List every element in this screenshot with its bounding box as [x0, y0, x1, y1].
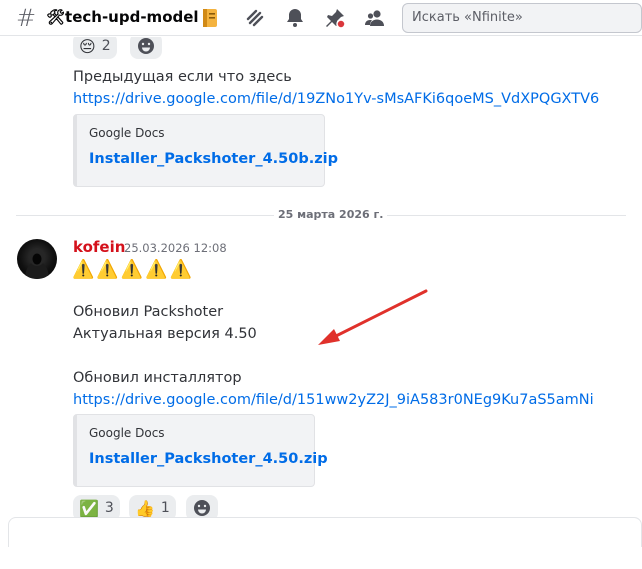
hooded-figure-icon: [25, 248, 49, 279]
smiley-icon: [194, 500, 210, 516]
reaction-pensive[interactable]: 😔 2: [73, 37, 117, 59]
channel-header: # 🛠tech-upd-model Искать «Nfinite»: [0, 0, 642, 36]
add-reaction-button[interactable]: [130, 37, 162, 59]
reaction-count: 3: [104, 500, 114, 516]
thumbs-up-emoji-icon: 👍: [135, 498, 155, 518]
search-input[interactable]: Искать «Nfinite»: [402, 3, 642, 33]
channel-name: 🛠tech-upd-model: [46, 8, 199, 26]
message-list[interactable]: 😔 2 Предыдущая если что здесь https://dr…: [0, 37, 642, 569]
pensive-emoji-icon: 😔: [79, 37, 96, 56]
message-line-2: Актуальная версия 4.50: [73, 326, 257, 342]
check-mark-emoji-icon: ✅: [79, 498, 99, 518]
pinned-messages-icon[interactable]: [323, 6, 347, 30]
message-composer[interactable]: [8, 517, 642, 547]
message-line-3: Обновил инсталлятор: [73, 370, 242, 386]
message-line-1: Обновил Packshoter: [73, 304, 224, 320]
reaction-count: 1: [160, 500, 170, 516]
google-docs-embed-prev: Google Docs Installer_Packshoter_4.50b.z…: [73, 114, 338, 187]
notifications-bell-icon[interactable]: [283, 6, 307, 30]
message-text: Предыдущая если что здесь: [73, 69, 292, 85]
drive-link-prev[interactable]: https://drive.google.com/file/d/19ZNo1Yv…: [73, 91, 599, 107]
warning-emojis: ⚠️⚠️⚠️⚠️⚠️: [72, 259, 194, 280]
mute-channel-icon[interactable]: [243, 6, 267, 30]
avatar[interactable]: [17, 239, 57, 279]
channel-hash-icon: #: [16, 4, 37, 32]
red-arrow-annotation: [318, 289, 428, 345]
embed-title-link[interactable]: Installer_Packshoter_4.50b.zip: [89, 151, 338, 167]
threads-icon[interactable]: [198, 6, 222, 30]
search-placeholder: Искать «Nfinite»: [412, 10, 523, 25]
warning-emoji-icon: ⚠️⚠️⚠️⚠️⚠️: [72, 259, 195, 280]
embed-provider: Google Docs: [89, 126, 165, 140]
message-author[interactable]: kofein: [73, 238, 125, 256]
date-divider-label: 25 марта 2026 г.: [274, 208, 388, 221]
google-docs-embed-main: Google Docs Installer_Packshoter_4.50.zi…: [73, 414, 328, 487]
member-list-icon[interactable]: [363, 6, 387, 30]
embed-provider: Google Docs: [89, 426, 165, 440]
message-timestamp[interactable]: 25.03.2026 12:08: [124, 241, 227, 255]
smiley-icon: [138, 38, 154, 54]
reaction-count: 2: [101, 38, 111, 54]
drive-link-main[interactable]: https://drive.google.com/file/d/151ww2yZ…: [73, 392, 594, 408]
embed-title-link[interactable]: Installer_Packshoter_4.50.zip: [89, 451, 328, 467]
